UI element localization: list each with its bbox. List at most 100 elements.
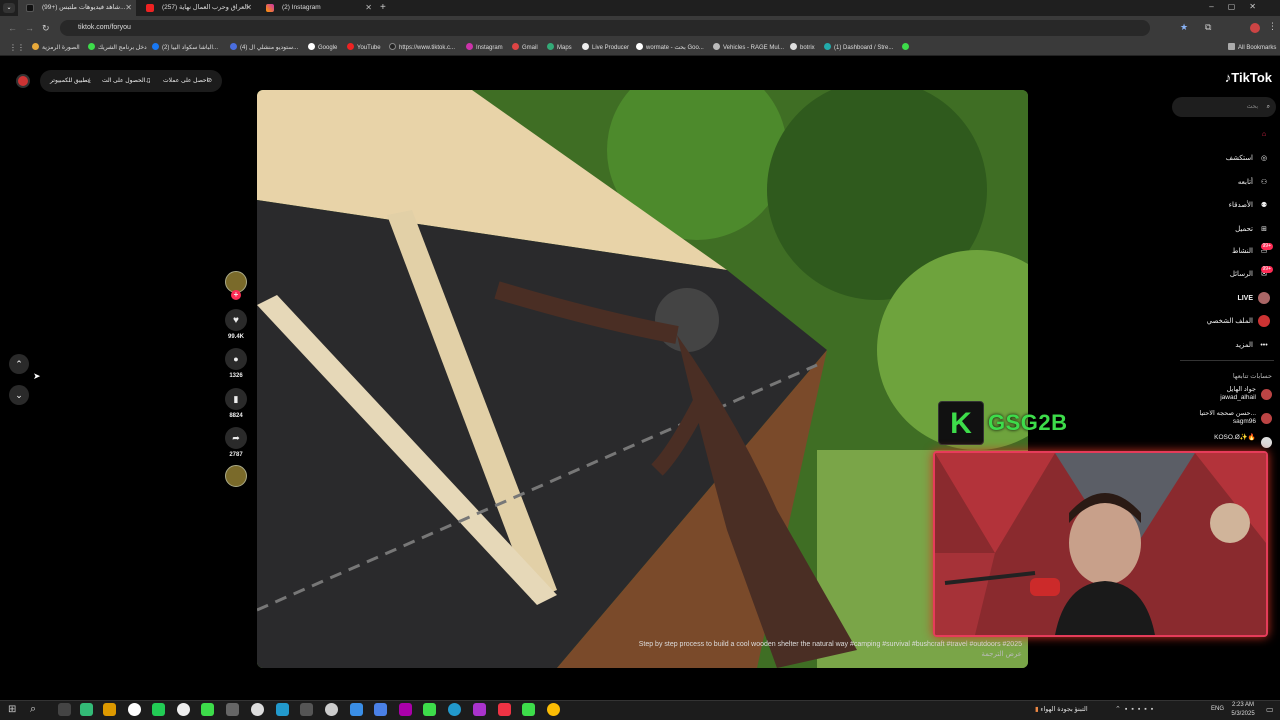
bookmark-item[interactable]: botrix <box>790 40 815 56</box>
account-item[interactable]: جواد الهايل jawad_alhail <box>1192 386 1272 402</box>
nav-friends[interactable]: الأصدقاء ⚉ <box>1229 199 1270 211</box>
save-button[interactable]: ▮ 8824 <box>225 388 247 419</box>
taskbar-search-icon[interactable]: ⌕ <box>30 703 36 716</box>
all-bookmarks[interactable]: All Bookmarks <box>1228 40 1276 56</box>
notification-icon[interactable]: ▭ <box>1266 705 1274 714</box>
taskbar-app-icon[interactable] <box>201 703 214 716</box>
nav-following[interactable]: أتابعه ⚇ <box>1238 176 1270 188</box>
bookmark-item[interactable]: Maps <box>547 40 572 56</box>
new-tab-button[interactable]: + <box>380 2 386 13</box>
bookmark-item[interactable]: Instagram <box>466 40 503 56</box>
bookmark-item[interactable]: Google <box>308 40 337 56</box>
account-avatar <box>1261 413 1272 424</box>
taskbar-app-icon[interactable] <box>80 703 93 716</box>
bookmark-item[interactable]: https://www.tiktok.c... <box>389 40 455 56</box>
close-tab-icon[interactable]: ✕ <box>125 0 132 16</box>
account-item[interactable]: حسن صحجه الاحتيا... sagm96 <box>1182 410 1272 426</box>
music-disc[interactable] <box>225 465 247 490</box>
nav-profile[interactable]: الملف الشخصي <box>1207 315 1270 327</box>
address-bar[interactable]: tiktok.com/foryou <box>60 20 1150 36</box>
get-app-link[interactable]: الحصول على الت... <box>102 70 150 92</box>
weather-widget[interactable]: ▮ التبنؤ بجودة الهواء <box>1035 705 1088 713</box>
tab-list-button[interactable]: ⌄ <box>3 3 15 13</box>
share-button[interactable]: ➦ 2787 <box>225 427 247 458</box>
taskbar-app-icon[interactable] <box>498 703 511 716</box>
nav-explore[interactable]: استكشف ◎ <box>1226 152 1270 164</box>
tiktok-logo[interactable]: ♪TikTok <box>1225 70 1272 85</box>
save-count: 8824 <box>229 413 243 419</box>
profile-avatar[interactable] <box>1250 23 1260 33</box>
taskbar-app-icon[interactable] <box>300 703 313 716</box>
download-icon: ⤓ <box>88 78 91 84</box>
window-controls[interactable]: –▢✕ <box>1209 2 1270 11</box>
video-player[interactable]: Step by step process to build a cool woo… <box>257 90 1028 668</box>
like-button[interactable]: ♥ 99.4K <box>225 309 247 340</box>
extensions-icon[interactable]: ⧉ <box>1205 22 1211 33</box>
bookmark-item[interactable]: (4) ستوديو منشلي ال... <box>230 40 298 56</box>
taskbar-app-icon[interactable] <box>226 703 239 716</box>
tab-youtube[interactable]: (257) العراق وحرب العمال نهاية ✕ <box>138 0 256 16</box>
nav-more[interactable]: المزيد ••• <box>1235 339 1270 351</box>
bookmark-item[interactable]: (2) الباشا سكواد البيا... <box>152 40 218 56</box>
comment-button[interactable]: ● 1326 <box>225 348 247 379</box>
user-avatar[interactable] <box>16 74 30 88</box>
language-indicator[interactable]: ENG <box>1211 706 1224 712</box>
bookmark-item[interactable]: Live Producer <box>582 40 629 56</box>
nav-live[interactable]: LIVE <box>1237 292 1270 304</box>
follow-plus-icon[interactable]: + <box>231 290 241 300</box>
creator-avatar[interactable]: + <box>225 271 247 300</box>
taskbar-app-icon[interactable] <box>58 703 71 716</box>
friends-icon: ⚉ <box>1260 202 1268 209</box>
reload-icon[interactable]: ↻ <box>42 23 50 34</box>
taskbar-app-icon[interactable] <box>276 703 289 716</box>
search-input[interactable]: بحث ⌕ <box>1172 97 1276 117</box>
taskbar-app-icon[interactable] <box>103 703 116 716</box>
back-icon[interactable]: ← <box>8 23 17 33</box>
taskbar-app-icon[interactable] <box>350 703 363 716</box>
chevron-down-icon: ⌄ <box>15 389 23 400</box>
tray-icons[interactable]: ⌃▪▪▪▪▪ <box>1115 705 1157 713</box>
bookmark-item[interactable]: Gmail <box>512 40 538 56</box>
taskbar-app-icon[interactable] <box>152 703 165 716</box>
get-coins-link[interactable]: احصل على عملات <box>163 70 208 92</box>
chrome-icon[interactable] <box>547 703 560 716</box>
next-video-button[interactable]: ⌄ <box>9 385 29 405</box>
taskbar-app-icon[interactable] <box>399 703 412 716</box>
tab-instagram[interactable]: (2) Instagram ✕ <box>258 0 376 16</box>
bookmark-item[interactable]: الصورة الرمزية <box>32 40 80 56</box>
bookmark-item[interactable]: Vehicles - RAGE Mul... <box>713 40 784 56</box>
translate-link[interactable]: عرض الترجمة <box>592 650 1022 660</box>
taskbar-app-icon[interactable] <box>522 703 535 716</box>
nav-divider <box>1180 360 1274 361</box>
desktop-app-link[interactable]: تطبيق للكمبيوتر <box>50 70 89 92</box>
nav-upload[interactable]: تحميل ⊞ <box>1235 223 1270 235</box>
bookmark-item[interactable]: (1) Dashboard / Stre... <box>824 40 893 56</box>
bookmark-star-icon[interactable]: ★ <box>1180 22 1188 33</box>
bookmark-item[interactable]: دخل برنامج الشريك <box>88 40 147 56</box>
menu-icon[interactable]: ⋮ <box>1268 21 1277 32</box>
taskbar-app-icon[interactable] <box>423 703 436 716</box>
taskbar-app-icon[interactable] <box>325 703 338 716</box>
start-icon[interactable]: ⊞ <box>8 704 16 715</box>
close-tab-icon[interactable]: ✕ <box>245 0 252 16</box>
bookmark-item[interactable]: YouTube <box>347 40 381 56</box>
previous-video-button[interactable]: ⌃ <box>9 354 29 374</box>
tab-tiktok[interactable]: (99+) شاهد فيديوهات ملتبس... ✕ <box>18 0 136 16</box>
taskbar-app-icon[interactable] <box>374 703 387 716</box>
webcam-frame <box>935 453 1266 635</box>
account-item[interactable]: KOSO.Ø✨🔥 <box>1182 434 1272 448</box>
taskbar-app-icon[interactable] <box>473 703 486 716</box>
taskbar-app-icon[interactable] <box>448 703 461 716</box>
chrome-icon[interactable] <box>177 703 190 716</box>
taskbar-app-icon[interactable] <box>251 703 264 716</box>
taskbar-app-icon[interactable] <box>128 703 141 716</box>
forward-icon[interactable]: → <box>25 23 34 33</box>
bookmark-favicon-icon <box>230 43 237 50</box>
apps-icon[interactable]: ⋮⋮ <box>9 43 25 52</box>
botrix-icon <box>790 43 797 50</box>
bookmark-item[interactable]: wormate - بحث Goo... <box>636 40 704 56</box>
nav-for-you[interactable]: ⌂ <box>1258 128 1270 140</box>
close-tab-icon[interactable]: ✕ <box>365 0 372 16</box>
bookmark-item[interactable] <box>902 40 912 56</box>
clock[interactable]: 2:23 AM 5/3/2025 <box>1228 701 1258 719</box>
